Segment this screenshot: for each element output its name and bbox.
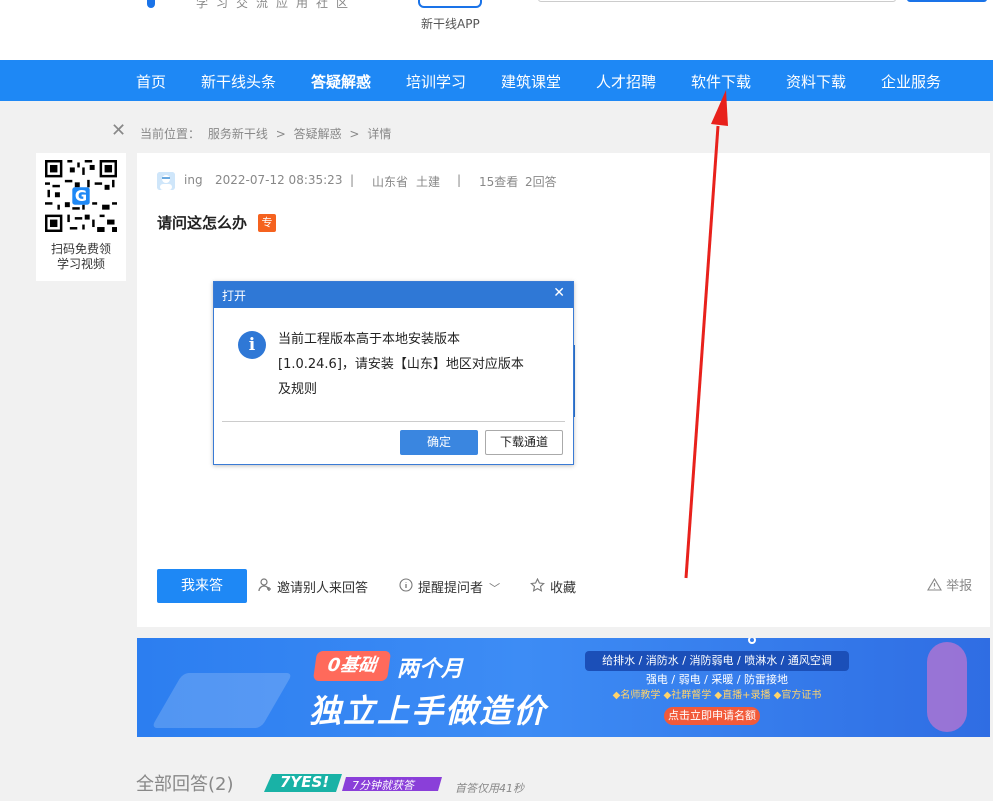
dialog-message-line3: 及规则 [278, 382, 318, 397]
dialog-title: 打开 [222, 289, 247, 303]
breadcrumb-item-home[interactable]: 服务新干线 [208, 127, 268, 141]
invite-answer-label: 邀请别人来回答 [277, 581, 369, 596]
meta-divider: | [457, 173, 462, 187]
nav-item-resources[interactable]: 资料下载 [786, 71, 846, 92]
nav-item-headlines[interactable]: 新干线头条 [201, 71, 276, 92]
info-icon: i [238, 331, 266, 359]
quick-answer-badge-yes: 7YES! [280, 773, 330, 791]
banner-courses-line1: 给排水 / 消防水 / 消防弱电 / 喷淋水 / 通风空调 [585, 651, 849, 671]
qr-card: G 扫码免费领 学习视频 [36, 153, 126, 281]
remind-asker-button[interactable]: 提醒提问者 ﹀ [399, 577, 500, 596]
person-add-icon [258, 578, 272, 596]
invite-answer-button[interactable]: 邀请别人来回答 [258, 577, 368, 596]
top-header: 学习交流应用社区 新干线APP [0, 0, 993, 60]
quick-answer-badge-sub: 7分钟就获答 [352, 779, 414, 792]
nav-item-qa[interactable]: 答疑解惑 [311, 71, 371, 92]
nav-item-enterprise[interactable]: 企业服务 [881, 71, 941, 92]
search-input[interactable] [538, 0, 896, 2]
info-icon [399, 578, 413, 596]
dialog-titlebar[interactable]: 打开 ✕ [214, 282, 573, 308]
question-views: 15查看 [479, 175, 519, 189]
banner-courses-line2: 强电 / 弱电 / 采暖 / 防雷接地 [645, 673, 789, 686]
dialog-message: 当前工程版本高于本地安装版本 [1.0.24.6]，请安装【山东】地区对应版本 … [278, 327, 558, 402]
banner-months: 两个月 [397, 657, 464, 682]
question-title: 请问这怎么办 [157, 214, 248, 232]
answer-button[interactable]: 我来答 [157, 569, 247, 603]
svg-text:G: G [75, 187, 87, 205]
question-category: 土建 [416, 175, 441, 189]
question-region: 山东省 [372, 175, 409, 189]
report-button[interactable]: 举报 [927, 575, 972, 594]
user-avatar-icon [157, 172, 175, 190]
open-dialog: 打开 ✕ i 当前工程版本高于本地安装版本 [1.0.24.6]，请安装【山东】… [213, 281, 574, 465]
dialog-message-line2: [1.0.24.6]，请安装【山东】地区对应版本 [278, 357, 524, 372]
main-nav: 首页 新干线头条 答疑解惑 培训学习 建筑课堂 人才招聘 软件下载 资料下载 企… [0, 60, 993, 101]
breadcrumb-item-detail: 详情 [367, 127, 392, 141]
site-logo[interactable] [147, 0, 155, 8]
report-label: 举报 [946, 579, 973, 594]
qr-caption-line2: 学习视频 [56, 257, 105, 271]
close-icon[interactable]: ✕ [111, 122, 126, 140]
nav-item-classroom[interactable]: 建筑课堂 [501, 71, 561, 92]
dialog-ok-button[interactable]: 确定 [400, 430, 478, 455]
banner-ring-decoration [748, 638, 756, 644]
dialog-divider [222, 421, 565, 422]
warning-icon [927, 577, 946, 594]
question-datetime: 2022-07-12 08:35:23 [215, 173, 343, 187]
banner-features: ◆名师教学 ◆社群督学 ◆直播+录播 ◆官方证书 [612, 690, 822, 701]
promo-banner[interactable]: 0基础 两个月 独立上手做造价 给排水 / 消防水 / 消防弱电 / 喷淋水 /… [137, 638, 990, 737]
banner-tag: 0基础 [312, 651, 392, 681]
search-button[interactable] [907, 0, 987, 2]
first-answer-time: 首答仅用41秒 [455, 782, 524, 795]
dialog-download-button[interactable]: 下载通道 [485, 430, 563, 455]
all-answers-heading: 全部回答(2) [136, 774, 234, 795]
breadcrumb-separator: > [275, 127, 286, 141]
favorite-label: 收藏 [550, 581, 577, 596]
banner-headline: 独立上手做造价 [309, 692, 548, 730]
qr-code: G [45, 160, 117, 232]
banner-cta-button[interactable]: 点击立即申请名额 [664, 707, 760, 725]
site-slogan: 学习交流应用社区 [196, 0, 357, 10]
nav-item-software-download[interactable]: 软件下载 [691, 71, 751, 92]
breadcrumb: 当前位置： 服务新干线 > 答疑解惑 > 详情 [140, 125, 395, 142]
question-user[interactable]: ing [184, 173, 203, 187]
remind-asker-label: 提醒提问者 [418, 581, 484, 596]
breadcrumb-separator: > [349, 127, 360, 141]
favorite-button[interactable]: 收藏 [530, 577, 576, 596]
dialog-close-icon[interactable]: ✕ [553, 285, 565, 301]
expert-tag-badge: 专 [258, 214, 276, 232]
avatar[interactable] [157, 172, 175, 190]
app-download-label[interactable]: 新干线APP [421, 15, 480, 32]
qr-caption: 扫码免费领 学习视频 [36, 242, 126, 272]
chevron-down-icon: ﹀ [489, 582, 501, 595]
dialog-message-line1: 当前工程版本高于本地安装版本 [278, 332, 461, 347]
nav-item-training[interactable]: 培训学习 [406, 71, 466, 92]
app-download-icon[interactable] [418, 0, 482, 8]
qr-caption-line1: 扫码免费领 [50, 242, 111, 256]
star-icon [530, 577, 545, 596]
banner-illustration [151, 673, 293, 728]
banner-illustration-right [927, 642, 967, 732]
nav-item-jobs[interactable]: 人才招聘 [596, 71, 656, 92]
meta-divider: | [350, 173, 355, 187]
question-answer-count: 2回答 [525, 175, 557, 189]
nav-item-home[interactable]: 首页 [136, 71, 166, 92]
breadcrumb-prefix: 当前位置： [140, 127, 201, 141]
breadcrumb-item-qa[interactable]: 答疑解惑 [294, 127, 342, 141]
